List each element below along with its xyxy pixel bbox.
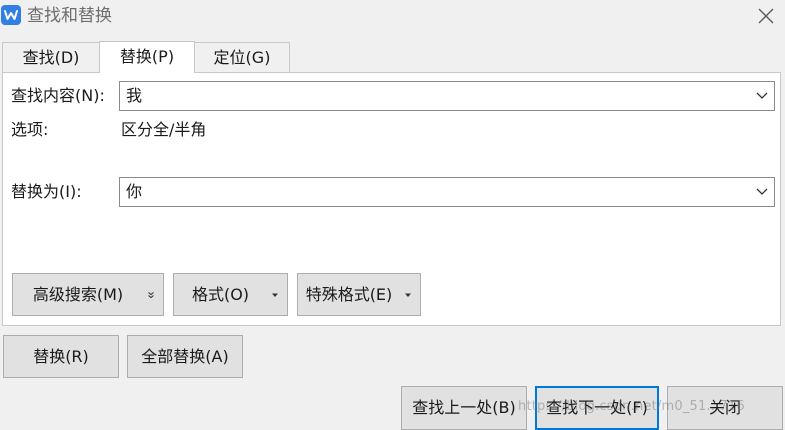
chevron-down-icon[interactable] [756, 188, 768, 196]
replace-input[interactable]: 你 [119, 177, 775, 207]
tab-replace[interactable]: 替换(P) [99, 41, 195, 73]
window-title: 查找和替换 [27, 6, 112, 26]
tab-find[interactable]: 查找(D) [2, 42, 100, 72]
replace-button-label: 替换(R) [33, 346, 89, 366]
find-value: 我 [126, 86, 143, 105]
close-icon[interactable] [757, 7, 775, 25]
chevron-down-icon[interactable] [756, 92, 768, 100]
format-label: 格式(O) [191, 284, 250, 304]
special-format-button[interactable]: 特殊格式(E) [297, 273, 421, 316]
options-value: 区分全/半角 [121, 120, 207, 139]
find-previous-label: 查找上一处(B) [412, 398, 516, 417]
replace-panel: 查找内容(N): 我 选项: 区分全/半角 替换为(I): 你 高级搜索(M) … [2, 72, 781, 326]
caret-down-icon [272, 293, 278, 297]
caret-down-icon [405, 293, 411, 297]
close-button[interactable]: 关闭 [667, 386, 783, 430]
title-bar: 查找和替换 [0, 0, 785, 34]
wps-writer-icon [1, 5, 21, 25]
find-next-button[interactable]: 查找下一处(F) [535, 386, 659, 430]
tab-goto[interactable]: 定位(G) [194, 42, 290, 72]
replace-value: 你 [126, 182, 143, 201]
advanced-search-button[interactable]: 高级搜索(M) [12, 273, 164, 316]
find-label: 查找内容(N): [11, 86, 105, 105]
double-chevron-down-icon [148, 291, 154, 298]
replace-all-button-label: 全部替换(A) [141, 346, 229, 366]
replace-all-button[interactable]: 全部替换(A) [127, 335, 243, 378]
special-format-label: 特殊格式(E) [305, 284, 393, 304]
replace-button[interactable]: 替换(R) [3, 335, 119, 378]
find-previous-button[interactable]: 查找上一处(B) [401, 386, 527, 430]
replace-label: 替换为(I): [11, 182, 82, 201]
format-button[interactable]: 格式(O) [173, 273, 288, 316]
find-next-label: 查找下一处(F) [546, 398, 648, 417]
advanced-search-label: 高级搜索(M) [32, 284, 124, 304]
options-label: 选项: [11, 120, 49, 139]
close-button-label: 关闭 [708, 398, 741, 417]
find-input[interactable]: 我 [119, 81, 775, 111]
